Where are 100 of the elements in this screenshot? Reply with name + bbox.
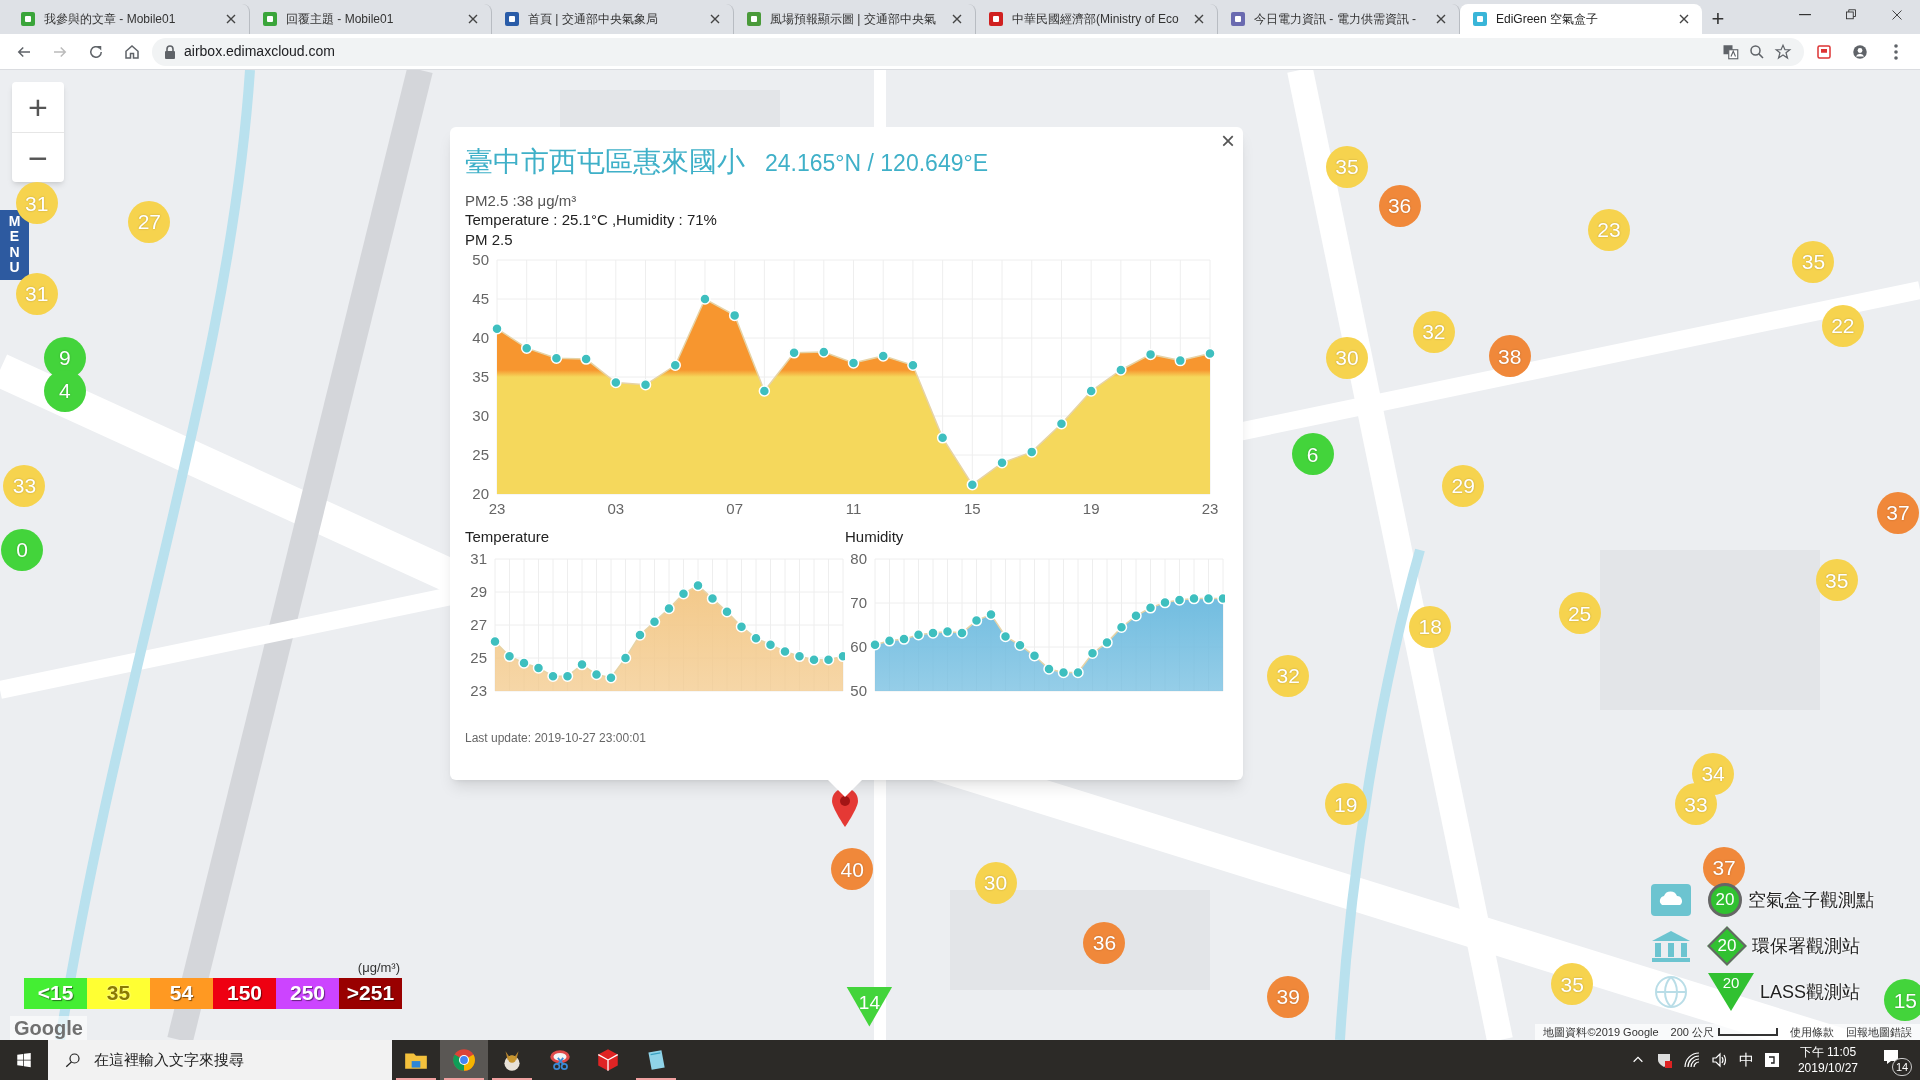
data-point bbox=[1072, 666, 1084, 678]
axis-label: 07 bbox=[726, 500, 743, 517]
data-point bbox=[1159, 596, 1171, 608]
axis-label: 23 bbox=[1201, 500, 1219, 517]
data-point bbox=[1014, 639, 1026, 651]
search-placeholder: 在這裡輸入文字來搜尋 bbox=[94, 1049, 244, 1070]
menu-icon bbox=[1894, 43, 1898, 60]
chart-title: PM 2.5 bbox=[465, 230, 513, 250]
data-point bbox=[883, 634, 896, 647]
data-point bbox=[669, 359, 681, 372]
data-point bbox=[985, 608, 997, 620]
axis-label: 29 bbox=[470, 582, 487, 600]
translate-icon bbox=[1722, 42, 1740, 61]
data-point bbox=[1173, 593, 1186, 606]
data-point bbox=[1028, 649, 1041, 662]
report-link[interactable]: 回報地圖錯誤 bbox=[1846, 1023, 1912, 1040]
zoom-in-button[interactable]: + bbox=[12, 82, 64, 132]
data-point bbox=[561, 669, 574, 682]
data-point bbox=[639, 379, 652, 391]
data-point bbox=[847, 357, 860, 369]
scale-level: <15 bbox=[24, 977, 87, 1009]
data-point bbox=[576, 658, 588, 670]
data-point bbox=[1202, 592, 1215, 604]
data-point bbox=[898, 632, 910, 645]
close-icon bbox=[1435, 13, 1447, 25]
address-field[interactable]: airbox.edimaxcloud.com bbox=[152, 37, 1804, 66]
data-point bbox=[996, 457, 1008, 469]
cloud-box-icon bbox=[1650, 883, 1692, 917]
data-point bbox=[520, 342, 533, 354]
volume-icon bbox=[1710, 1051, 1729, 1069]
axis-label: 25 bbox=[472, 446, 489, 463]
data-point bbox=[663, 602, 675, 614]
data-point bbox=[1055, 418, 1068, 430]
tab-title: EdiGreen 空氣盒子 bbox=[1496, 11, 1600, 28]
terms-link[interactable]: 使用條款 bbox=[1790, 1023, 1834, 1040]
data-point bbox=[1188, 592, 1200, 604]
zoom-icon bbox=[1748, 42, 1766, 61]
close-icon bbox=[709, 13, 721, 25]
data-point bbox=[1174, 354, 1187, 367]
data-point bbox=[619, 651, 632, 664]
legend-label: 環保署觀測站 bbox=[1752, 934, 1860, 958]
scale-level: 150 bbox=[213, 977, 276, 1009]
close-button[interactable]: × bbox=[1221, 129, 1235, 153]
axis-label: 50 bbox=[472, 252, 489, 268]
tab-title: 回覆主題 - Mobile01 bbox=[286, 11, 395, 28]
data-point bbox=[907, 359, 919, 372]
notification-count: 14 bbox=[1892, 1058, 1912, 1076]
site-icon bbox=[20, 11, 36, 27]
new-tab-button[interactable]: + bbox=[1702, 4, 1734, 34]
data-point bbox=[580, 353, 592, 365]
notification-button[interactable]: 14 bbox=[1876, 1042, 1912, 1078]
scale-level: >251 bbox=[339, 977, 402, 1009]
data-point bbox=[1057, 666, 1070, 678]
legend-label: 空氣盒子觀測點 bbox=[1748, 888, 1874, 912]
site-icon bbox=[746, 11, 762, 27]
tab-title: 中華民國經濟部(Ministry of Eco bbox=[1012, 11, 1180, 28]
axis-label: 31 bbox=[470, 549, 487, 567]
scale-level: 35 bbox=[87, 977, 150, 1009]
axis-label: 23 bbox=[470, 681, 487, 697]
data-point bbox=[1144, 601, 1157, 614]
data-point bbox=[648, 615, 661, 627]
menu-tab[interactable]: MENU bbox=[0, 210, 29, 280]
data-point bbox=[764, 638, 777, 651]
data-point bbox=[822, 653, 835, 665]
cube-icon bbox=[595, 1047, 621, 1073]
data-point bbox=[970, 614, 983, 626]
data-point bbox=[1204, 347, 1216, 360]
axis-label: 20 bbox=[472, 485, 489, 502]
axis-label: 19 bbox=[1082, 500, 1100, 517]
data-point bbox=[837, 650, 845, 662]
chart-title: Humidity bbox=[845, 527, 904, 547]
close-icon bbox=[1678, 13, 1690, 25]
scale-bar-icon bbox=[1718, 1028, 1778, 1036]
tab-title: 首頁 | 交通部中央氣象局 bbox=[528, 11, 659, 28]
input-method-indicator[interactable]: 中 bbox=[1738, 1048, 1754, 1072]
close-icon bbox=[1193, 13, 1205, 25]
search-field[interactable]: 在這裡輸入文字來搜尋 bbox=[48, 1040, 392, 1080]
legend-label: LASS觀測站 bbox=[1760, 980, 1861, 1004]
data-point bbox=[1115, 364, 1127, 376]
axis-label: 50 bbox=[850, 681, 867, 697]
axis-label: 40 bbox=[472, 329, 489, 346]
browser-tab[interactable]: EdiGreen 空氣盒子 bbox=[1460, 4, 1702, 34]
close-icon bbox=[225, 13, 237, 25]
data-point bbox=[927, 626, 939, 639]
map-logo: Google bbox=[10, 1016, 87, 1040]
url-text: airbox.edimaxcloud.com bbox=[184, 42, 336, 61]
site-icon bbox=[1230, 11, 1246, 27]
last-update-text: Last update: 2019-10-27 23:00:01 bbox=[465, 729, 646, 747]
data-point bbox=[491, 322, 503, 335]
data-point bbox=[735, 620, 748, 632]
axis-label: 03 bbox=[607, 500, 625, 517]
building-icon bbox=[1650, 929, 1692, 963]
clock[interactable]: 下午 11:05 2019/10/27 bbox=[1789, 1044, 1866, 1076]
search-icon bbox=[64, 1051, 82, 1069]
site-icon bbox=[504, 11, 520, 27]
data-point bbox=[758, 385, 771, 397]
zoom-out-button[interactable]: − bbox=[12, 132, 64, 182]
tab-title: 今日電力資訊 - 電力供需資訊 - bbox=[1254, 11, 1417, 28]
data-point bbox=[605, 671, 617, 684]
scale-level: 250 bbox=[276, 977, 339, 1009]
